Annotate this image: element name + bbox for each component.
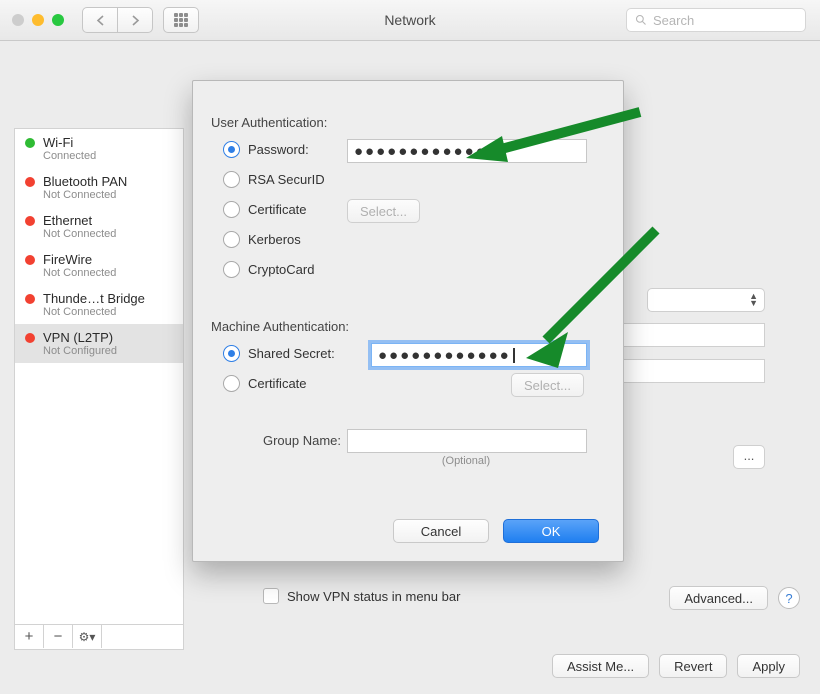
- user-cert-radio-label: Certificate: [248, 202, 307, 217]
- service-status: Not Configured: [43, 345, 117, 357]
- network-preferences-window: Network Search Wi-FiConnectedBluetooth P…: [0, 0, 820, 694]
- overflow-button[interactable]: ...: [733, 445, 765, 469]
- user-auth-rsa-row: RSA SecurID: [223, 171, 325, 188]
- kerberos-radio-label: Kerberos: [248, 232, 301, 247]
- status-dot-icon: [25, 138, 35, 148]
- service-status: Not Connected: [43, 228, 116, 240]
- search-placeholder: Search: [653, 13, 694, 28]
- user-auth-cert-row: Certificate: [223, 201, 307, 218]
- search-icon: [635, 14, 647, 26]
- show-vpn-status-row: Show VPN status in menu bar: [263, 588, 460, 604]
- user-auth-crypto-row: CryptoCard: [223, 261, 314, 278]
- status-dot-icon: [25, 216, 35, 226]
- service-name: Bluetooth PAN: [43, 174, 127, 189]
- machine-auth-shared-row: Shared Secret:: [223, 345, 335, 362]
- password-value: ●●●●●●●●●●●●: [354, 143, 487, 160]
- show-vpn-status-checkbox[interactable]: [263, 588, 279, 604]
- text-caret-icon: [513, 348, 515, 363]
- background-popup[interactable]: ▲▼: [647, 288, 765, 312]
- service-status: Connected: [43, 150, 96, 162]
- user-cert-select-button[interactable]: Select...: [347, 199, 420, 223]
- user-auth-password-row: Password:: [223, 141, 309, 158]
- content-area: Wi-FiConnectedBluetooth PANNot Connected…: [0, 40, 820, 694]
- titlebar: Network Search: [0, 0, 820, 41]
- service-name: VPN (L2TP): [43, 330, 117, 345]
- assist-me-button[interactable]: Assist Me...: [552, 654, 649, 678]
- shared-secret-radio-label: Shared Secret:: [248, 346, 335, 361]
- revert-button[interactable]: Revert: [659, 654, 727, 678]
- sidebar-item-bluetooth-pan[interactable]: Bluetooth PANNot Connected: [15, 168, 183, 207]
- machine-cert-radio-label: Certificate: [248, 376, 307, 391]
- advanced-row: Advanced... ?: [669, 586, 800, 610]
- sidebar-item-vpn-l2tp-[interactable]: VPN (L2TP)Not Configured: [15, 324, 183, 363]
- cancel-button[interactable]: Cancel: [393, 519, 489, 543]
- service-status: Not Connected: [43, 189, 127, 201]
- service-status: Not Connected: [43, 267, 116, 279]
- sheet-buttons: Cancel OK: [393, 519, 599, 543]
- user-auth-kerberos-row: Kerberos: [223, 231, 301, 248]
- shared-secret-radio[interactable]: [223, 345, 240, 362]
- status-dot-icon: [25, 177, 35, 187]
- machine-auth-cert-row: Certificate: [223, 375, 307, 392]
- show-vpn-status-label: Show VPN status in menu bar: [287, 589, 460, 604]
- status-dot-icon: [25, 255, 35, 265]
- service-name: FireWire: [43, 252, 116, 267]
- rsa-radio[interactable]: [223, 171, 240, 188]
- kerberos-radio[interactable]: [223, 231, 240, 248]
- user-cert-radio[interactable]: [223, 201, 240, 218]
- group-name-input[interactable]: [347, 429, 587, 453]
- advanced-button[interactable]: Advanced...: [669, 586, 768, 610]
- shared-secret-value: ●●●●●●●●●●●●: [378, 347, 511, 364]
- machine-auth-heading: Machine Authentication:: [211, 319, 349, 334]
- status-dot-icon: [25, 294, 35, 304]
- sidebar-item-ethernet[interactable]: EthernetNot Connected: [15, 207, 183, 246]
- apply-button[interactable]: Apply: [737, 654, 800, 678]
- service-name: Wi-Fi: [43, 135, 96, 150]
- password-input[interactable]: ●●●●●●●●●●●●: [347, 139, 587, 163]
- machine-cert-select-button[interactable]: Select...: [511, 373, 584, 397]
- group-name-hint: (Optional): [347, 455, 585, 467]
- bottom-bar: Assist Me... Revert Apply: [0, 638, 820, 694]
- ok-button[interactable]: OK: [503, 519, 599, 543]
- service-name: Thunde…t Bridge: [43, 291, 145, 306]
- shared-secret-input[interactable]: ●●●●●●●●●●●●: [371, 343, 587, 367]
- service-name: Ethernet: [43, 213, 116, 228]
- sidebar-item-wi-fi[interactable]: Wi-FiConnected: [15, 129, 183, 168]
- services-sidebar: Wi-FiConnectedBluetooth PANNot Connected…: [14, 128, 184, 650]
- authentication-sheet: User Authentication: Password: ●●●●●●●●●…: [192, 80, 624, 562]
- status-dot-icon: [25, 333, 35, 343]
- sidebar-item-thunde-t-bridge[interactable]: Thunde…t BridgeNot Connected: [15, 285, 183, 324]
- password-radio[interactable]: [223, 141, 240, 158]
- services-list: Wi-FiConnectedBluetooth PANNot Connected…: [15, 129, 183, 363]
- crypto-radio[interactable]: [223, 261, 240, 278]
- service-status: Not Connected: [43, 306, 145, 318]
- user-auth-heading: User Authentication:: [211, 115, 327, 130]
- search-input[interactable]: Search: [626, 8, 806, 32]
- group-name-label: Group Name:: [251, 433, 341, 448]
- machine-cert-radio[interactable]: [223, 375, 240, 392]
- crypto-radio-label: CryptoCard: [248, 262, 314, 277]
- rsa-radio-label: RSA SecurID: [248, 172, 325, 187]
- password-radio-label: Password:: [248, 142, 309, 157]
- help-button[interactable]: ?: [778, 587, 800, 609]
- chevron-updown-icon: ▲▼: [749, 293, 758, 307]
- sidebar-item-firewire[interactable]: FireWireNot Connected: [15, 246, 183, 285]
